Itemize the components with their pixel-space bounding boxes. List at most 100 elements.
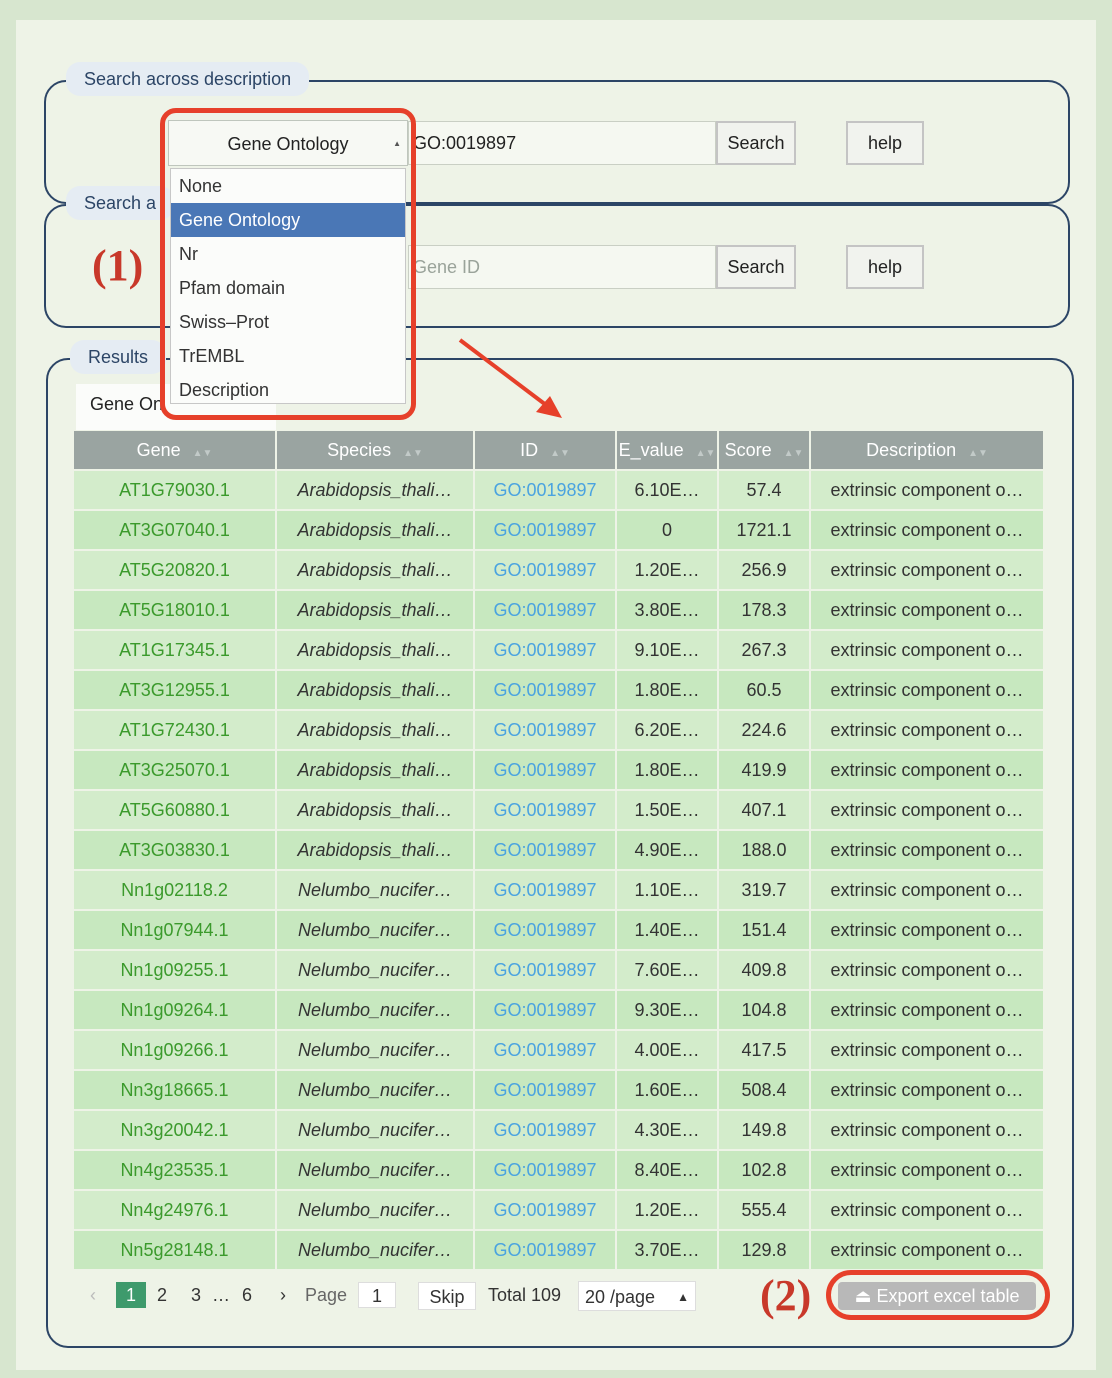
column-header-id[interactable]: ID ▲▼ (474, 431, 617, 470)
gene-search-button[interactable]: Search (716, 245, 796, 289)
gene-cell[interactable]: Nn4g23535.1 (74, 1149, 277, 1190)
score-cell: 256.9 (718, 549, 811, 590)
go-id-cell[interactable]: GO:0019897 (474, 1189, 617, 1230)
species-cell: Nelumbo_nucifer… (276, 949, 475, 990)
score-cell: 417.5 (718, 1029, 811, 1070)
gene-cell[interactable]: AT3G07040.1 (74, 509, 277, 550)
gene-cell[interactable]: Nn1g09266.1 (74, 1029, 277, 1070)
gene-cell[interactable]: AT1G17345.1 (74, 629, 277, 670)
evalue-cell: 1.60E… (616, 1069, 719, 1110)
go-id-cell[interactable]: GO:0019897 (474, 509, 617, 550)
go-id-cell[interactable]: GO:0019897 (474, 749, 617, 790)
gene-cell[interactable]: AT5G18010.1 (74, 589, 277, 630)
description-cell: extrinsic component o… (810, 789, 1045, 830)
export-excel-button[interactable]: ⏏ Export excel table (838, 1282, 1036, 1310)
evalue-cell: 9.10E… (616, 629, 719, 670)
go-id-cell[interactable]: GO:0019897 (474, 989, 617, 1030)
gene-cell[interactable]: AT3G25070.1 (74, 749, 277, 790)
description-cell: extrinsic component o… (810, 629, 1045, 670)
gene-cell[interactable]: AT3G03830.1 (74, 829, 277, 870)
go-id-cell[interactable]: GO:0019897 (474, 1069, 617, 1110)
gene-id-input[interactable]: Gene ID (408, 245, 716, 289)
go-id-cell[interactable]: GO:0019897 (474, 869, 617, 910)
skip-button[interactable]: Skip (418, 1282, 476, 1310)
evalue-cell: 4.30E… (616, 1109, 719, 1150)
go-id-cell[interactable]: GO:0019897 (474, 1109, 617, 1150)
table-row: AT5G20820.1 Arabidopsis_thali… GO:0019897 1… (74, 549, 1045, 590)
evalue-cell: 1.80E… (616, 669, 719, 710)
page-6-button[interactable]: 6 (242, 1278, 252, 1312)
description-cell: extrinsic component o… (810, 1149, 1045, 1190)
description-cell: extrinsic component o… (810, 869, 1045, 910)
gene-cell[interactable]: Nn1g02118.2 (74, 869, 277, 910)
description-cell: extrinsic component o… (810, 989, 1045, 1030)
gene-cell[interactable]: AT5G20820.1 (74, 549, 277, 590)
page-size-select[interactable]: 20 /page ▲ (578, 1281, 696, 1311)
go-id-cell[interactable]: GO:0019897 (474, 949, 617, 990)
page-1-button[interactable]: 1 (116, 1282, 146, 1308)
score-cell: 419.9 (718, 749, 811, 790)
description-cell: extrinsic component o… (810, 469, 1045, 510)
gene-cell[interactable]: Nn3g20042.1 (74, 1109, 277, 1150)
score-cell: 104.8 (718, 989, 811, 1030)
page-number-input[interactable]: 1 (358, 1282, 396, 1308)
go-id-cell[interactable]: GO:0019897 (474, 589, 617, 630)
page-3-button[interactable]: 3 (191, 1278, 201, 1312)
table-row: AT1G17345.1 Arabidopsis_thali… GO:0019897 9… (74, 629, 1045, 670)
description-search-input[interactable]: GO:0019897 (408, 121, 716, 165)
go-id-cell[interactable]: GO:0019897 (474, 709, 617, 750)
gene-cell[interactable]: Nn1g07944.1 (74, 909, 277, 950)
species-cell: Nelumbo_nucifer… (276, 909, 475, 950)
go-id-cell[interactable]: GO:0019897 (474, 789, 617, 830)
species-cell: Arabidopsis_thali… (276, 749, 475, 790)
go-id-cell[interactable]: GO:0019897 (474, 1229, 617, 1269)
gene-cell[interactable]: AT1G79030.1 (74, 469, 277, 510)
column-header-score[interactable]: Score ▲▼ (718, 431, 811, 470)
description-cell: extrinsic component o… (810, 1069, 1045, 1110)
prev-page-button[interactable]: ‹ (90, 1278, 96, 1312)
gene-cell[interactable]: AT5G60880.1 (74, 789, 277, 830)
table-row: Nn1g02118.2 Nelumbo_nucifer… GO:0019897 1.1… (74, 869, 1045, 910)
score-cell: 409.8 (718, 949, 811, 990)
description-help-button[interactable]: help (846, 121, 924, 165)
gene-cell[interactable]: Nn1g09255.1 (74, 949, 277, 990)
species-cell: Nelumbo_nucifer… (276, 1229, 475, 1269)
go-id-cell[interactable]: GO:0019897 (474, 1029, 617, 1070)
gene-cell[interactable]: Nn5g28148.1 (74, 1229, 277, 1269)
column-header-description[interactable]: Description ▲▼ (810, 431, 1045, 470)
page-2-button[interactable]: 2 (157, 1278, 167, 1312)
go-id-cell[interactable]: GO:0019897 (474, 909, 617, 950)
species-cell: Nelumbo_nucifer… (276, 1069, 475, 1110)
species-cell: Arabidopsis_thali… (276, 789, 475, 830)
description-cell: extrinsic component o… (810, 909, 1045, 950)
column-header-species[interactable]: Species ▲▼ (276, 431, 475, 470)
score-cell: 151.4 (718, 909, 811, 950)
evalue-cell: 1.50E… (616, 789, 719, 830)
gene-help-button[interactable]: help (846, 245, 924, 289)
description-search-button[interactable]: Search (716, 121, 796, 165)
go-id-cell[interactable]: GO:0019897 (474, 1149, 617, 1190)
evalue-cell: 6.10E… (616, 469, 719, 510)
column-header-gene[interactable]: Gene ▲▼ (74, 431, 277, 470)
evalue-cell: 7.60E… (616, 949, 719, 990)
description-cell: extrinsic component o… (810, 509, 1045, 550)
gene-cell[interactable]: Nn1g09264.1 (74, 989, 277, 1030)
gene-cell[interactable]: Nn3g18665.1 (74, 1069, 277, 1110)
gene-cell[interactable]: AT3G12955.1 (74, 669, 277, 710)
gene-cell[interactable]: Nn4g24976.1 (74, 1189, 277, 1230)
gene-cell[interactable]: AT1G72430.1 (74, 709, 277, 750)
species-cell: Arabidopsis_thali… (276, 469, 475, 510)
score-cell: 508.4 (718, 1069, 811, 1110)
description-cell: extrinsic component o… (810, 669, 1045, 710)
description-cell: extrinsic component o… (810, 1189, 1045, 1230)
column-header-evalue[interactable]: E_value ▲▼ (616, 431, 719, 470)
evalue-cell: 4.00E… (616, 1029, 719, 1070)
go-id-cell[interactable]: GO:0019897 (474, 829, 617, 870)
dropdown-highlight-ring (160, 108, 416, 420)
go-id-cell[interactable]: GO:0019897 (474, 669, 617, 710)
go-id-cell[interactable]: GO:0019897 (474, 629, 617, 670)
go-id-cell[interactable]: GO:0019897 (474, 549, 617, 590)
next-page-button[interactable]: › (280, 1278, 286, 1312)
go-id-cell[interactable]: GO:0019897 (474, 469, 617, 510)
page-size-value: 20 /page (585, 1287, 656, 1307)
